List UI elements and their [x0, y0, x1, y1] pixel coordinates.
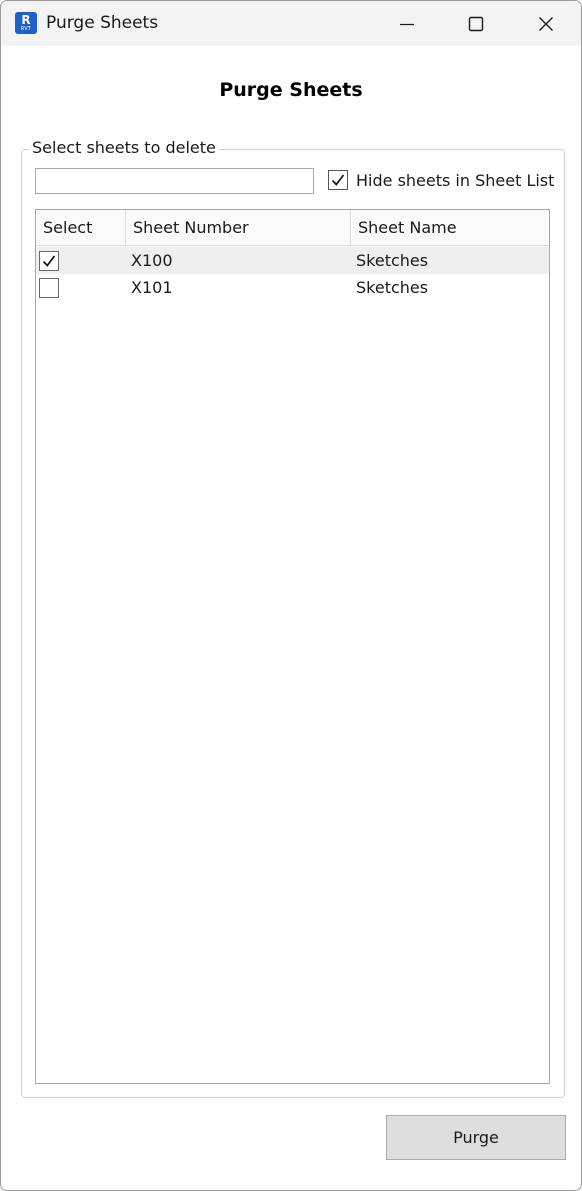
purge-sheets-window: R RVT Purge Sheets Purge Sheets Select s… [0, 0, 582, 1191]
maximize-button[interactable] [453, 1, 499, 46]
column-header-sheet-number[interactable]: Sheet Number [126, 210, 351, 246]
hide-sheets-option[interactable]: Hide sheets in Sheet List [328, 170, 554, 190]
sheet-number-cell: X100 [131, 251, 173, 270]
checkmark-icon [331, 174, 345, 186]
hide-sheets-label: Hide sheets in Sheet List [356, 170, 555, 190]
page-title: Purge Sheets [219, 79, 363, 101]
sheet-name-cell: Sketches [356, 278, 429, 297]
row-select-checkbox[interactable] [39, 278, 59, 298]
sheets-data-grid[interactable]: Select Sheet Number Sheet Name X100 Sket… [35, 209, 550, 1084]
window-title: Purge Sheets [46, 13, 159, 33]
purge-button[interactable]: Purge [386, 1115, 566, 1160]
grid-header: Select Sheet Number Sheet Name [36, 210, 549, 246]
sheet-name-cell: Sketches [356, 251, 429, 270]
close-button[interactable] [523, 1, 569, 46]
column-header-sheet-name[interactable]: Sheet Name [351, 210, 549, 246]
sheet-number-cell: X101 [131, 278, 173, 297]
sheet-filter-input[interactable] [35, 168, 314, 194]
revit-app-icon: R RVT [15, 12, 37, 34]
title-bar[interactable]: R RVT Purge Sheets [1, 1, 581, 46]
checkmark-icon [42, 255, 56, 267]
close-icon [539, 16, 553, 31]
minimize-icon [400, 23, 414, 25]
maximize-icon [468, 16, 484, 31]
table-row[interactable]: X101 Sketches [36, 274, 549, 301]
groupbox-legend: Select sheets to delete [29, 138, 219, 157]
table-row[interactable]: X100 Sketches [36, 247, 549, 274]
column-header-select[interactable]: Select [36, 210, 126, 246]
hide-sheets-checkbox[interactable] [328, 170, 348, 190]
minimize-button[interactable] [384, 1, 430, 46]
row-select-checkbox[interactable] [39, 251, 59, 271]
